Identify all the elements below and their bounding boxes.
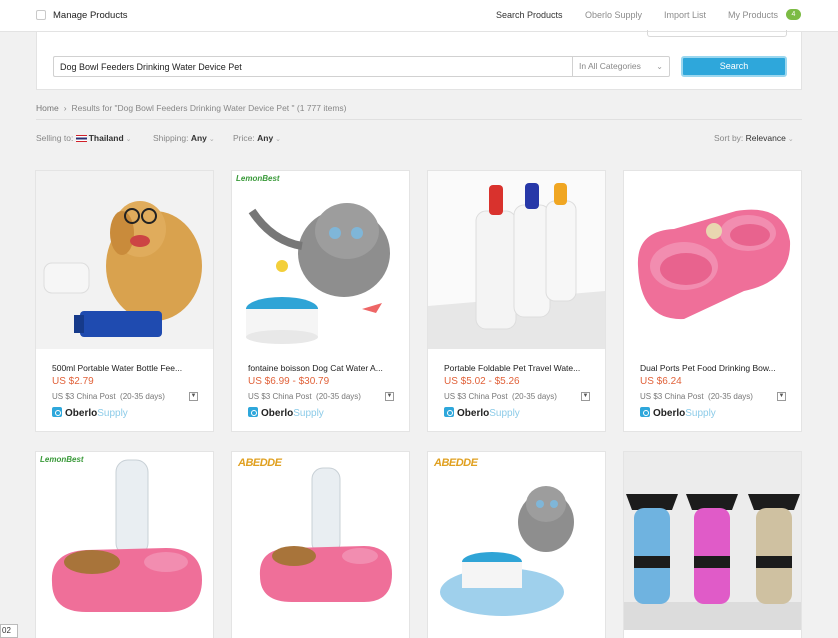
shipping-method: US $3 China Post [248, 392, 312, 401]
product-image[interactable]: LemonBest [36, 452, 213, 630]
nav-import-list[interactable]: Import List [664, 10, 706, 20]
product-card[interactable] [623, 451, 802, 638]
divider [36, 119, 802, 120]
search-button[interactable]: Search [681, 56, 787, 77]
product-card[interactable]: ABEDDE [231, 451, 410, 638]
product-card[interactable]: ABEDDE [427, 451, 606, 638]
shipping-label: Shipping: [153, 133, 189, 143]
my-products-count-badge: 4 [786, 9, 801, 20]
supplier-name-b: Supply [685, 408, 716, 419]
oberlo-supply-logo: OberloSupply [640, 407, 716, 419]
product-image[interactable]: LemonBest [232, 171, 409, 349]
brand-tag: ABEDDE [238, 457, 282, 469]
brand-tag: ABEDDE [434, 457, 478, 469]
product-card[interactable]: LemonBest [35, 451, 214, 638]
oberlo-icon [248, 407, 258, 417]
chevron-right-icon: › [63, 103, 67, 113]
price-label: Price: [233, 133, 255, 143]
category-select-value: In All Categories [579, 61, 641, 71]
chevron-down-icon: ⌄ [208, 136, 215, 143]
shipping-method: US $3 China Post [444, 392, 508, 401]
selling-to-value: Thailand [88, 133, 124, 143]
shipping-info: US $3 China Post (20-35 days) [640, 392, 753, 401]
shipping-info: US $3 China Post (20-35 days) [444, 392, 557, 401]
shipping-dropdown-icon[interactable]: ▼ [385, 392, 394, 401]
shipping-dropdown-icon[interactable]: ▼ [581, 392, 590, 401]
oberlo-supply-logo: OberloSupply [444, 407, 520, 419]
brand-tag: LemonBest [40, 455, 84, 464]
shipping-days: (20-35 days) [120, 392, 165, 401]
product-image[interactable] [624, 452, 801, 630]
oberlo-supply-logo: OberloSupply [248, 407, 324, 419]
product-card[interactable]: 500ml Portable Water Bottle Fee... US $2… [35, 170, 214, 432]
nav-my-products[interactable]: My Products [728, 10, 778, 20]
product-image[interactable] [36, 171, 213, 349]
shipping-filter[interactable]: Shipping: Any ⌄ [153, 133, 215, 143]
shipping-method: US $3 China Post [52, 392, 116, 401]
product-title[interactable]: 500ml Portable Water Bottle Fee... [52, 363, 202, 373]
selling-to-filter[interactable]: Selling to: Thailand ⌄ [36, 133, 132, 143]
shipping-dropdown-icon[interactable]: ▼ [189, 392, 198, 401]
oberlo-icon [640, 407, 650, 417]
supplier-name-b: Supply [489, 408, 520, 419]
product-image[interactable]: ABEDDE [428, 452, 605, 630]
product-card[interactable]: Portable Foldable Pet Travel Wate... US … [427, 170, 606, 432]
search-input[interactable] [53, 56, 573, 77]
nav-oberlo-supply[interactable]: Oberlo Supply [585, 10, 642, 20]
thailand-flag-icon [75, 135, 87, 142]
chevron-down-icon: ⌄ [787, 136, 794, 143]
product-title[interactable]: Dual Ports Pet Food Drinking Bow... [640, 363, 790, 373]
product-price: US $5.02 - $5.26 [444, 376, 520, 387]
brand-tag: LemonBest [236, 174, 280, 183]
product-price: US $6.24 [640, 376, 682, 387]
shipping-info: US $3 China Post (20-35 days) [248, 392, 361, 401]
nav-search-products[interactable]: Search Products [496, 10, 563, 20]
shipping-value: Any [190, 133, 207, 143]
sort-by-value: Relevance [745, 133, 786, 143]
category-select[interactable]: In All Categories ⌄ [572, 56, 670, 77]
oberlo-icon [444, 407, 454, 417]
product-image[interactable] [624, 171, 801, 349]
sort-by-filter[interactable]: Sort by: Relevance ⌄ [714, 133, 794, 143]
shipping-days: (20-35 days) [512, 392, 557, 401]
search-panel: In All Categories ⌄ Search [36, 30, 802, 90]
price-filter[interactable]: Price: Any ⌄ [233, 133, 281, 143]
product-card[interactable]: Dual Ports Pet Food Drinking Bow... US $… [623, 170, 802, 432]
selling-to-label: Selling to: [36, 133, 74, 143]
chevron-down-icon: ⌄ [275, 136, 282, 143]
page-title: Manage Products [53, 10, 128, 21]
chevron-down-icon: ⌄ [125, 136, 132, 143]
supplier-name-b: Supply [97, 408, 128, 419]
shipping-days: (20-35 days) [316, 392, 361, 401]
supplier-name-a: Oberlo [653, 408, 686, 419]
price-value: Any [257, 133, 274, 143]
oberlo-supply-logo: OberloSupply [52, 407, 128, 419]
product-image[interactable]: ABEDDE [232, 452, 409, 630]
sort-by-label: Sort by: [714, 133, 744, 143]
supplier-name-a: Oberlo [457, 408, 490, 419]
product-image[interactable] [428, 171, 605, 349]
supplier-name-b: Supply [293, 408, 324, 419]
shipping-method: US $3 China Post [640, 392, 704, 401]
top-bar: Manage Products Search Products Oberlo S… [0, 0, 838, 32]
secondary-field [647, 30, 787, 37]
select-checkbox[interactable] [36, 10, 46, 20]
shipping-info: US $3 China Post (20-35 days) [52, 392, 165, 401]
product-title[interactable]: Portable Foldable Pet Travel Wate... [444, 363, 594, 373]
product-title[interactable]: fontaine boisson Dog Cat Water A... [248, 363, 398, 373]
shipping-dropdown-icon[interactable]: ▼ [777, 392, 786, 401]
supplier-name-a: Oberlo [261, 408, 294, 419]
breadcrumb-home[interactable]: Home [36, 103, 59, 113]
product-price: US $2.79 [52, 376, 94, 387]
product-price: US $6.99 - $30.79 [248, 376, 330, 387]
page-number: 02 [0, 624, 18, 638]
chevron-down-icon: ⌄ [656, 62, 663, 71]
shipping-days: (20-35 days) [708, 392, 753, 401]
supplier-name-a: Oberlo [65, 408, 98, 419]
product-card[interactable]: LemonBest fontaine boisson Dog Cat Water… [231, 170, 410, 432]
breadcrumb: Home › Results for "Dog Bowl Feeders Drink… [36, 103, 347, 113]
breadcrumb-results: Results for "Dog Bowl Feeders Drinking W… [71, 103, 347, 113]
oberlo-icon [52, 407, 62, 417]
